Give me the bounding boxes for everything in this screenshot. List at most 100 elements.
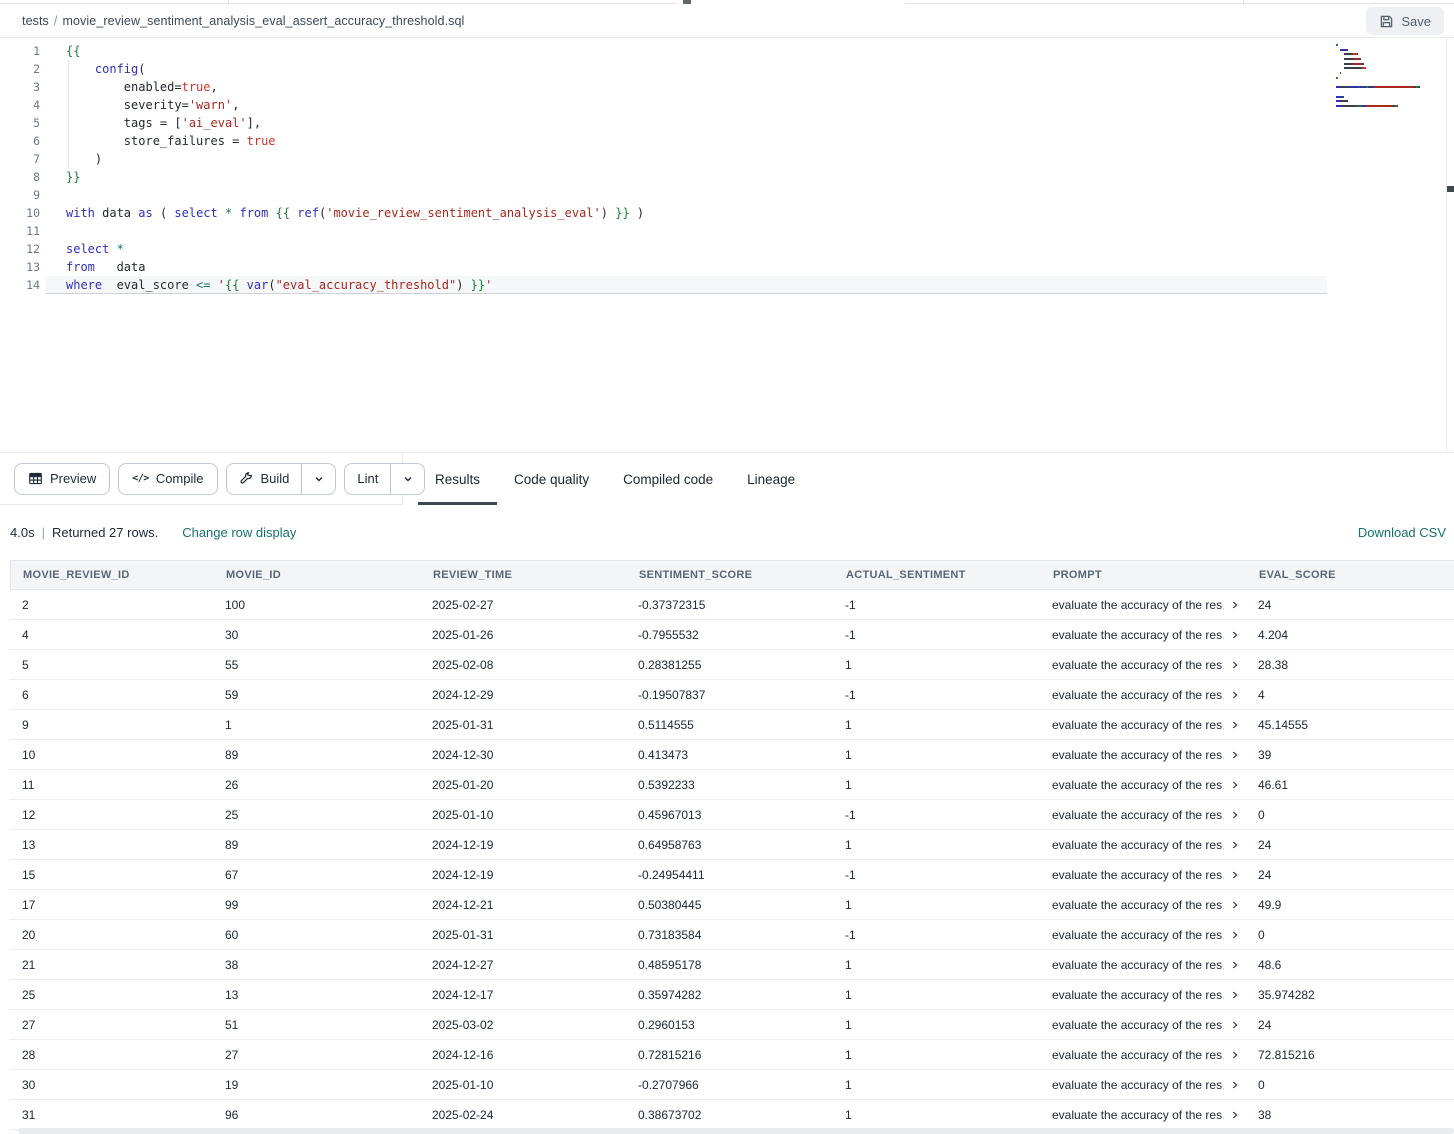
table-cell: 2025-01-10 <box>420 1078 626 1092</box>
code-line: ) <box>46 150 1327 168</box>
code-line: tags = ['ai_eval'], <box>46 114 1327 132</box>
table-cell: 4 <box>10 628 213 642</box>
save-button[interactable]: Save <box>1366 7 1444 35</box>
build-button[interactable]: Build <box>227 464 302 494</box>
expand-cell-chevron-icon[interactable] <box>1230 840 1240 850</box>
preview-button[interactable]: Preview <box>14 463 110 495</box>
table-cell: 0.45967013 <box>626 808 833 822</box>
table-cell: 0.2960153 <box>626 1018 833 1032</box>
prompt-text: evaluate the accuracy of the res… <box>1052 1078 1224 1092</box>
expand-cell-chevron-icon[interactable] <box>1230 1080 1240 1090</box>
horizontal-scrollbar[interactable] <box>18 1128 1454 1134</box>
tab-code-quality[interactable]: Code quality <box>497 453 606 505</box>
expand-cell-chevron-icon[interactable] <box>1230 780 1240 790</box>
build-dropdown-toggle[interactable] <box>301 464 335 494</box>
tab-results[interactable]: Results <box>418 453 497 505</box>
lint-button[interactable]: Lint <box>345 464 390 494</box>
column-header-movie_id: MOVIE_ID <box>214 569 421 581</box>
expand-cell-chevron-icon[interactable] <box>1230 750 1240 760</box>
code-line: with data as ( select * from {{ ref('mov… <box>46 204 1327 222</box>
table-cell: 59 <box>213 688 420 702</box>
table-row: 28272024-12-160.728152161evaluate the ac… <box>10 1040 1454 1070</box>
table-row: 25132024-12-170.359742821evaluate the ac… <box>10 980 1454 1010</box>
editor-scrollbar-thumb[interactable] <box>1447 186 1454 192</box>
sql-editor[interactable]: 1234567891011121314 {{ config( enabled=t… <box>0 38 1454 452</box>
prompt-cell: evaluate the accuracy of the res… <box>1040 808 1246 822</box>
table-cell: 1 <box>833 1078 1040 1092</box>
expand-cell-chevron-icon[interactable] <box>1230 660 1240 670</box>
save-icon <box>1379 14 1394 29</box>
table-cell: 1 <box>833 748 1040 762</box>
table-cell: 0.35974282 <box>626 988 833 1002</box>
line-number: 3 <box>0 78 40 96</box>
file-header-bar: tests/movie_review_sentiment_analysis_ev… <box>0 4 1454 38</box>
line-number: 7 <box>0 150 40 168</box>
table-cell: 24 <box>1246 1018 1454 1032</box>
wrench-icon <box>239 471 254 486</box>
compile-button[interactable]: </> Compile <box>118 463 217 495</box>
code-line <box>46 222 1327 240</box>
table-cell: 0 <box>1246 928 1454 942</box>
line-number: 2 <box>0 60 40 78</box>
expand-cell-chevron-icon[interactable] <box>1230 1020 1240 1030</box>
table-cell: 17 <box>10 898 213 912</box>
line-number-gutter: 1234567891011121314 <box>0 42 40 294</box>
expand-cell-chevron-icon[interactable] <box>1230 870 1240 880</box>
expand-cell-chevron-icon[interactable] <box>1230 1050 1240 1060</box>
table-cell: 38 <box>213 958 420 972</box>
expand-cell-chevron-icon[interactable] <box>1230 990 1240 1000</box>
table-row: 15672024-12-19-0.24954411-1evaluate the … <box>10 860 1454 890</box>
table-cell: 2025-01-26 <box>420 628 626 642</box>
table-row: 912025-01-310.51145551evaluate the accur… <box>10 710 1454 740</box>
editor-minimap[interactable] <box>1336 44 1436 110</box>
table-cell: 30 <box>213 628 420 642</box>
code-line: severity='warn', <box>46 96 1327 114</box>
code-line: select * <box>46 240 1327 258</box>
change-row-display-link[interactable]: Change row display <box>182 525 296 540</box>
expand-cell-chevron-icon[interactable] <box>1230 600 1240 610</box>
table-cell: 0 <box>1246 808 1454 822</box>
table-cell: 99 <box>213 898 420 912</box>
table-cell: 67 <box>213 868 420 882</box>
table-cell: -0.37372315 <box>626 598 833 612</box>
expand-cell-chevron-icon[interactable] <box>1230 720 1240 730</box>
expand-cell-chevron-icon[interactable] <box>1230 1110 1240 1120</box>
breadcrumb-folder[interactable]: tests <box>22 14 49 28</box>
line-number: 10 <box>0 204 40 222</box>
column-header-actual_sentiment: ACTUAL_SENTIMENT <box>834 569 1041 581</box>
table-cell: -1 <box>833 808 1040 822</box>
table-cell: 55 <box>213 658 420 672</box>
status-separator: | <box>42 525 45 540</box>
table-cell: 20 <box>10 928 213 942</box>
prompt-text: evaluate the accuracy of the res… <box>1052 838 1224 852</box>
table-cell: 0.5114555 <box>626 718 833 732</box>
table-cell: 21 <box>10 958 213 972</box>
expand-cell-chevron-icon[interactable] <box>1230 900 1240 910</box>
tab-compiled-code[interactable]: Compiled code <box>606 453 730 505</box>
minimap-line <box>1336 100 1436 102</box>
expand-cell-chevron-icon[interactable] <box>1230 960 1240 970</box>
expand-cell-chevron-icon[interactable] <box>1230 690 1240 700</box>
prompt-text: evaluate the accuracy of the res… <box>1052 628 1224 642</box>
table-cell: 5 <box>10 658 213 672</box>
breadcrumb-filename: movie_review_sentiment_analysis_eval_ass… <box>62 14 464 28</box>
build-split-button: Build <box>226 463 337 495</box>
table-cell: 2024-12-19 <box>420 838 626 852</box>
expand-cell-chevron-icon[interactable] <box>1230 630 1240 640</box>
download-csv-link[interactable]: Download CSV <box>1358 525 1446 540</box>
prompt-cell: evaluate the accuracy of the res… <box>1040 688 1246 702</box>
table-cell: 25 <box>10 988 213 1002</box>
line-number: 9 <box>0 186 40 204</box>
minimap-line <box>1336 86 1436 88</box>
minimap-line <box>1336 77 1436 79</box>
code-area[interactable]: {{ config( enabled=true, severity='warn'… <box>46 42 1327 294</box>
prompt-text: evaluate the accuracy of the res… <box>1052 868 1224 882</box>
column-header-movie_review_id: MOVIE_REVIEW_ID <box>11 569 214 581</box>
prompt-cell: evaluate the accuracy of the res… <box>1040 748 1246 762</box>
table-cell: 0.38673702 <box>626 1108 833 1122</box>
row-count-text: Returned 27 rows. <box>52 525 158 540</box>
expand-cell-chevron-icon[interactable] <box>1230 930 1240 940</box>
expand-cell-chevron-icon[interactable] <box>1230 810 1240 820</box>
tab-lineage[interactable]: Lineage <box>730 453 812 505</box>
code-line: enabled=true, <box>46 78 1327 96</box>
